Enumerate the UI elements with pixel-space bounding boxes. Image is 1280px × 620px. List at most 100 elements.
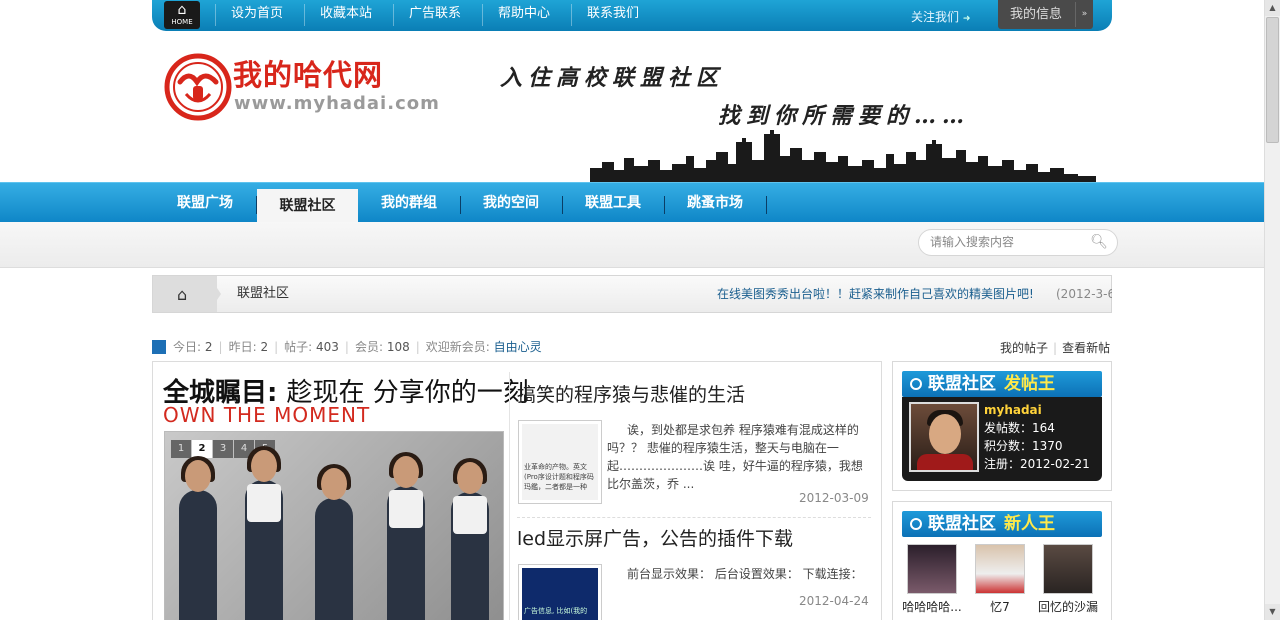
nav-alliance-tools[interactable]: 联盟工具 [570, 183, 656, 222]
vertical-scrollbar[interactable]: ▲ ▼ [1264, 0, 1280, 620]
post-date: 2012-04-24 [799, 594, 869, 608]
post-thumbnail[interactable]: 业革命的产物。英文(Pro序设计题和程序码玛鑑，二者都是一种 [518, 420, 602, 504]
points: 1370 [1032, 439, 1063, 453]
today-label: 今日: [173, 340, 202, 354]
site-logo-icon[interactable] [164, 50, 232, 124]
advertising-link[interactable]: 广告联系 [409, 0, 461, 30]
avatar[interactable] [907, 544, 957, 594]
home-label: HOME [171, 18, 193, 26]
search-placeholder: 请输入搜索内容 [930, 235, 1015, 249]
search-bar-strip: 请输入搜索内容 🔍︎ [0, 222, 1264, 268]
post-title[interactable]: 搞笑的程序猿与悲催的生活 [517, 380, 745, 407]
avatar[interactable] [909, 402, 979, 472]
image-slider[interactable]: 12345 [164, 431, 504, 620]
welcome-label: 欢迎新会员: [425, 340, 490, 354]
newest-member-link[interactable]: 自由心灵 [494, 340, 542, 354]
avatar[interactable] [975, 544, 1025, 594]
top-poster-card[interactable]: myhadai 发帖数：164 积分数：1370 注册：2012-02-21 [902, 397, 1102, 481]
nav-alliance-community[interactable]: 联盟社区 [257, 189, 358, 222]
slide-figure [179, 456, 217, 620]
registered-label: 注册： [984, 457, 1021, 471]
post-item: 搞笑的程序猿与悲催的生活 业革命的产物。英文(Pro序设计题和程序码玛鑑，二者都… [517, 380, 871, 518]
panel-header: 联盟社区 新人王 [902, 511, 1102, 537]
newcomer-item[interactable]: 哈哈哈哈... [899, 544, 965, 615]
thumbnail-text: 业革命的产物。英文(Pro序设计题和程序码玛鑑，二者都是一种 [522, 424, 598, 500]
divider [215, 4, 216, 26]
slide-figure [315, 464, 353, 620]
breadcrumb-home-button[interactable]: ⌂ [153, 276, 217, 312]
top-poster-panel: 联盟社区 发帖王 myhadai 发帖数：164 积分数：1370 注册：2012… [892, 361, 1112, 491]
newcomer-item[interactable]: 回忆的沙漏 [1035, 544, 1101, 615]
divider [562, 196, 563, 214]
contact-us-link[interactable]: 联系我们 [587, 0, 639, 30]
my-posts-link[interactable]: 我的帖子 [1000, 341, 1048, 355]
notice-link[interactable]: 在线美图秀秀出台啦！！赶紧来制作自己喜欢的精美图片吧! [717, 276, 1034, 312]
bar-chart-icon [152, 340, 166, 354]
breadcrumb-current: 联盟社区 [237, 286, 290, 301]
top-poster-info: myhadai 发帖数：164 积分数：1370 注册：2012-02-21 [984, 401, 1090, 473]
search-icon[interactable]: 🔍︎ [1090, 230, 1108, 255]
site-name: 我的哈代网 [233, 58, 384, 92]
thumbnail-text: 广告信息, 比如(我的 [522, 568, 598, 620]
nav-flea-market[interactable]: 跳蚤市场 [672, 183, 758, 222]
set-homepage-link[interactable]: 设为首页 [231, 0, 283, 30]
city-skyline-image [590, 130, 1096, 184]
featured-panel: 全城瞩目: 趁现在 分享你的一刻 OWN THE MOMENT 12345 搞笑… [152, 361, 882, 620]
scroll-up-arrow-icon[interactable]: ▲ [1265, 0, 1280, 16]
my-info-label: 我的信息 [1010, 7, 1063, 22]
newcomer-name[interactable]: 忆7 [967, 598, 1033, 615]
divider [517, 517, 871, 518]
post-title[interactable]: led显示屏广告，公告的插件下载 [517, 524, 793, 551]
newcomer-item[interactable]: 忆7 [967, 544, 1033, 615]
slider-page-button[interactable]: 3 [213, 440, 233, 458]
panel-header: 联盟社区 发帖王 [902, 371, 1102, 397]
scroll-down-arrow-icon[interactable]: ▼ [1265, 604, 1280, 620]
breadcrumb: ⌂ 联盟社区 在线美图秀秀出台啦！！赶紧来制作自己喜欢的精美图片吧! (2012… [152, 275, 1112, 313]
post-thumbnail[interactable]: 广告信息, 比如(我的 [518, 564, 602, 620]
bookmark-link[interactable]: 收藏本站 [320, 0, 372, 30]
chevron-down-icon[interactable]: » [1075, 2, 1093, 27]
post-count-label: 发帖数： [984, 421, 1033, 435]
post-excerpt: 诶，到处都是求包养 程序猿难有混成这样的吗？？ 悲催的程序猿生活，整天与电脑在一… [607, 423, 863, 491]
posts-count: 403 [316, 340, 339, 354]
circle-icon [910, 518, 922, 530]
search-input[interactable]: 请输入搜索内容 🔍︎ [918, 229, 1118, 256]
help-center-link[interactable]: 帮助中心 [498, 0, 550, 30]
home-button[interactable]: ⌂ HOME [164, 1, 200, 29]
username[interactable]: myhadai [984, 401, 1090, 419]
my-info-menu[interactable]: 我的信息 » [998, 0, 1093, 29]
post-excerpt: 前台显示效果： 后台设置效果： 下载连接： [627, 567, 863, 581]
panel-title: 联盟社区 [928, 514, 996, 534]
newcomer-name[interactable]: 哈哈哈哈... [899, 598, 965, 615]
members-count: 108 [386, 340, 410, 354]
post-count: 164 [1032, 421, 1055, 435]
divider [460, 196, 461, 214]
home-icon: ⌂ [177, 285, 188, 304]
arrow-right-icon: ➜ [962, 14, 971, 24]
notice-date: (2012-3-6 [1056, 287, 1112, 301]
divider [509, 372, 510, 620]
points-label: 积分数： [984, 439, 1033, 453]
slider-page-button[interactable]: 1 [171, 440, 191, 458]
nav-alliance-plaza[interactable]: 联盟广场 [162, 183, 248, 222]
newcomers-panel: 联盟社区 新人王 哈哈哈哈... 忆7 回忆的沙漏 [892, 501, 1112, 620]
scrollbar-thumb[interactable] [1266, 17, 1279, 143]
promo-subheadline: OWN THE MOMENT [163, 403, 371, 427]
nav-my-groups[interactable]: 我的群组 [366, 183, 452, 222]
slogan-line-1: 入住高校联盟社区 [500, 65, 725, 91]
slogan-line-2: 找到你所需要的…… [718, 103, 971, 129]
home-icon: ⌂ [177, 2, 187, 18]
nav-my-space[interactable]: 我的空间 [468, 183, 554, 222]
yesterday-count: 2 [260, 340, 269, 354]
follow-us-label: 关注我们 [911, 10, 960, 24]
follow-us-link[interactable]: 关注我们 ➜ [911, 0, 970, 36]
post-links: 我的帖子 | 查看新帖 [1000, 341, 1111, 355]
top-utility-bar: ⌂ HOME 设为首页 收藏本站 广告联系 帮助中心 联系我们 关注我们 ➜ 我… [152, 0, 1112, 31]
newcomer-name[interactable]: 回忆的沙漏 [1035, 598, 1101, 615]
slide-figure [451, 458, 489, 620]
breadcrumb-separator [209, 276, 221, 312]
avatar[interactable] [1043, 544, 1093, 594]
divider [766, 196, 767, 214]
new-posts-link[interactable]: 查看新帖 [1062, 341, 1110, 355]
site-url: www.myhadai.com [234, 93, 440, 114]
